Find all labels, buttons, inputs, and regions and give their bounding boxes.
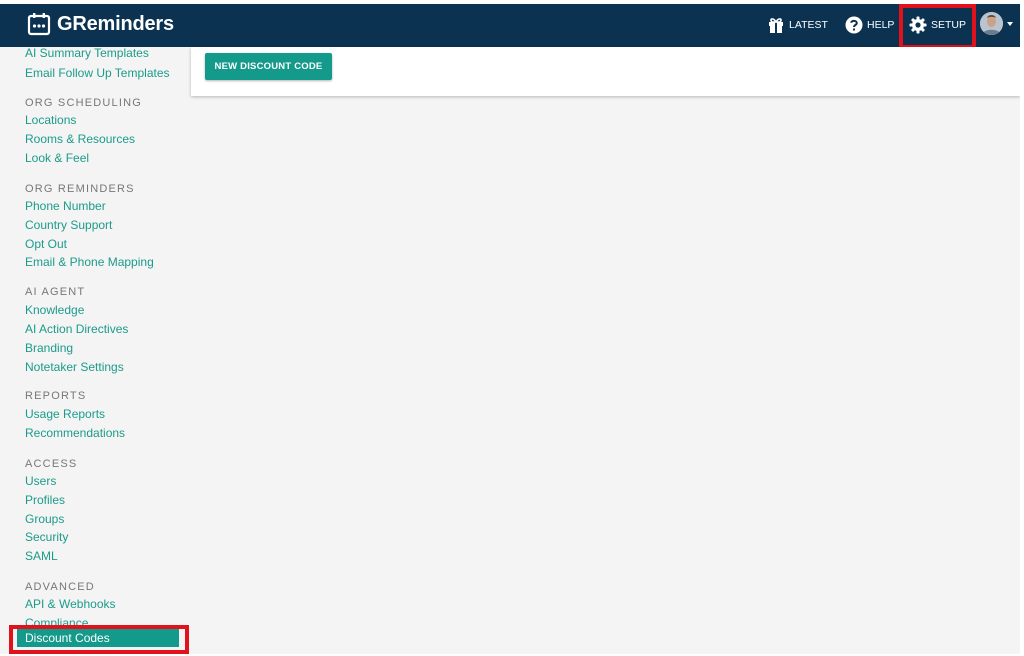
- sidebar-item-email-follow-up-templates[interactable]: Email Follow Up Templates: [25, 66, 170, 81]
- latest-button[interactable]: LATEST: [767, 13, 828, 37]
- sidebar-item-look-feel[interactable]: Look & Feel: [25, 151, 89, 166]
- sidebar-section-org-reminders: ORG REMINDERS: [25, 183, 135, 195]
- sidebar-item-branding[interactable]: Branding: [25, 341, 73, 356]
- sidebar-item-groups[interactable]: Groups: [25, 512, 64, 527]
- sidebar-section-access: ACCESS: [25, 458, 78, 470]
- sidebar-item-email-phone-mapping[interactable]: Email & Phone Mapping: [25, 255, 154, 270]
- app-frame: GReminders LATEST HELP SETUP AI Summary …: [0, 4, 1020, 654]
- help-circle-icon: [845, 16, 863, 34]
- sidebar: AI Summary Templates Email Follow Up Tem…: [0, 46, 190, 654]
- main-card: NEW DISCOUNT CODE: [191, 47, 1020, 96]
- sidebar-item-phone-number[interactable]: Phone Number: [25, 199, 106, 214]
- sidebar-item-knowledge[interactable]: Knowledge: [25, 303, 84, 318]
- setup-highlight-box: [899, 4, 976, 49]
- avatar-caret-icon[interactable]: [1007, 22, 1013, 26]
- latest-label: LATEST: [789, 19, 828, 31]
- sidebar-item-api-webhooks[interactable]: API & Webhooks: [25, 597, 116, 612]
- sidebar-item-saml[interactable]: SAML: [25, 549, 58, 564]
- top-navbar: GReminders LATEST HELP SETUP: [0, 4, 1020, 49]
- app-logo[interactable]: GReminders: [27, 12, 174, 36]
- sidebar-item-ai-summary-templates[interactable]: AI Summary Templates: [25, 46, 149, 61]
- sidebar-item-usage-reports[interactable]: Usage Reports: [25, 407, 105, 422]
- calendar-logo-icon: [27, 13, 51, 36]
- brand-name: GReminders: [57, 12, 174, 35]
- sidebar-item-users[interactable]: Users: [25, 474, 56, 489]
- sidebar-item-rooms-resources[interactable]: Rooms & Resources: [25, 132, 135, 147]
- new-discount-code-button[interactable]: NEW DISCOUNT CODE: [205, 53, 332, 80]
- sidebar-section-org-scheduling: ORG SCHEDULING: [25, 97, 143, 109]
- sidebar-item-profiles[interactable]: Profiles: [25, 493, 65, 508]
- sidebar-item-ai-action-directives[interactable]: AI Action Directives: [25, 322, 128, 337]
- sidebar-item-recommendations[interactable]: Recommendations: [25, 426, 125, 441]
- sidebar-item-opt-out[interactable]: Opt Out: [25, 237, 67, 252]
- sidebar-section-advanced: ADVANCED: [25, 581, 95, 593]
- user-avatar[interactable]: [980, 12, 1003, 35]
- gift-icon: [769, 18, 783, 33]
- sidebar-section-ai-agent: AI AGENT: [25, 286, 86, 298]
- sidebar-item-country-support[interactable]: Country Support: [25, 218, 112, 233]
- sidebar-item-locations[interactable]: Locations: [25, 113, 76, 128]
- user-photo-icon: [980, 12, 1003, 35]
- help-button[interactable]: HELP: [845, 13, 894, 37]
- help-label: HELP: [867, 19, 895, 31]
- discount-codes-highlight-box: [9, 625, 189, 654]
- sidebar-section-reports: REPORTS: [25, 390, 87, 402]
- sidebar-item-notetaker-settings[interactable]: Notetaker Settings: [25, 360, 124, 375]
- sidebar-item-security[interactable]: Security: [25, 530, 68, 545]
